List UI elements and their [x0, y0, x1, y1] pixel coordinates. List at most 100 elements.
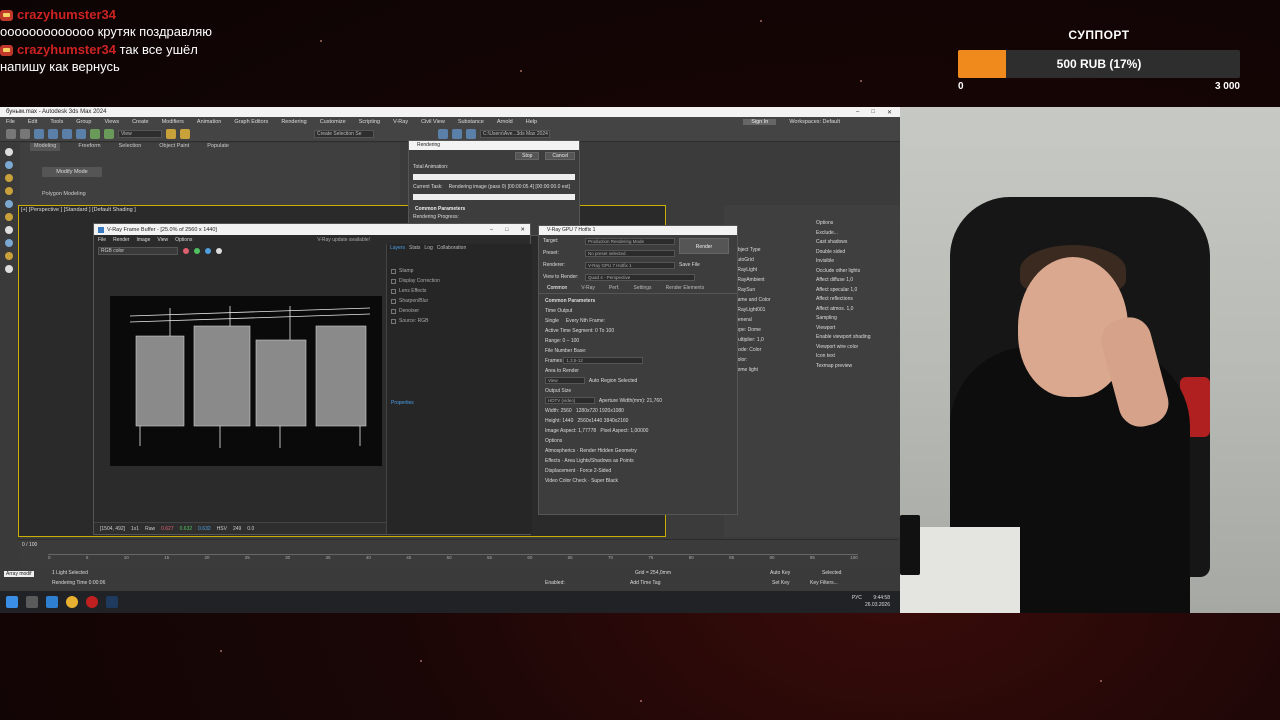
selected-dropdown[interactable]: Selected [822, 570, 841, 576]
tab-render-elements[interactable]: Render Elements [666, 285, 705, 291]
scale-icon[interactable] [104, 128, 114, 139]
section-header[interactable]: Common Parameters [545, 296, 731, 306]
pixel-aspect-value[interactable]: 1,00000 [630, 428, 648, 434]
single-radio[interactable]: Single [545, 318, 559, 324]
tab-settings[interactable]: Settings [633, 285, 651, 291]
app-icon[interactable] [46, 596, 58, 608]
timeline[interactable]: 0 / 100 0 5 10 15 20 25 30 35 40 45 50 55 60 65 70 75 80… [18, 539, 898, 567]
menu-item[interactable]: Civil View [421, 119, 445, 125]
range-to[interactable]: 100 [571, 338, 579, 344]
cmd-option[interactable]: Icon text [816, 352, 900, 362]
cmd-item[interactable]: AutoGrid [734, 255, 814, 265]
option-checkbox[interactable]: Displacement [545, 468, 575, 474]
layer-row[interactable]: Sharpen/Blur [387, 296, 532, 306]
menu-item[interactable]: V-Ray [393, 119, 408, 125]
option-checkbox[interactable]: Effects [545, 458, 560, 464]
option-checkbox[interactable]: Atmospherics [545, 448, 575, 454]
active-segment-radio[interactable]: Active Time Segment: [545, 328, 594, 334]
light-icon[interactable] [5, 174, 13, 182]
cmd-option[interactable]: Affect reflections [816, 295, 900, 305]
cmd-option[interactable]: Occlude other lights [816, 267, 900, 277]
add-time-tag[interactable]: Add Time Tag [630, 580, 660, 586]
output-preset-select[interactable]: HDTV (video) [545, 397, 595, 404]
vfb-menu-item[interactable]: Image [136, 237, 150, 243]
channel-select[interactable]: RGB color [98, 247, 178, 255]
maximize-icon[interactable]: □ [871, 109, 875, 116]
range-radio[interactable]: Range: [545, 338, 561, 344]
menu-item[interactable]: Modifiers [162, 119, 184, 125]
tab-log[interactable]: Log [424, 245, 432, 251]
menu-item[interactable]: Edit [28, 119, 37, 125]
frame-counter[interactable]: 0 / 100 [22, 542, 37, 548]
menu-item[interactable]: Help [526, 119, 537, 125]
stop-button[interactable]: Stop [515, 152, 540, 160]
menu-item[interactable]: Create [132, 119, 149, 125]
minimize-icon[interactable]: – [490, 227, 493, 233]
menu-item[interactable]: Tools [50, 119, 63, 125]
color-mode[interactable]: Raw [145, 526, 155, 532]
red-channel-icon[interactable] [183, 248, 189, 254]
light-icon[interactable] [5, 187, 13, 195]
ribbon-tab[interactable]: Populate [207, 143, 229, 151]
auto-region-checkbox[interactable]: Auto Region Selected [589, 378, 637, 384]
layer-checkbox[interactable] [391, 268, 396, 274]
vfb-menu-item[interactable]: Options [175, 237, 192, 243]
tool-icon[interactable] [5, 161, 13, 169]
cancel-button[interactable]: Cancel [545, 152, 575, 160]
properties-header[interactable]: Properties [391, 400, 414, 406]
frames-input[interactable]: 1,3,5-12 [563, 357, 644, 364]
close-icon[interactable]: ✕ [520, 227, 525, 233]
cmd-item[interactable]: Color: [734, 355, 814, 365]
alpha-channel-icon[interactable] [216, 248, 222, 254]
zoom-select[interactable]: 1x1 [131, 526, 139, 532]
cmd-option[interactable]: Enable viewport shading [816, 333, 900, 343]
maxscript-listener[interactable]: Array modif [4, 571, 34, 577]
photoshop-icon[interactable] [106, 596, 118, 608]
option-checkbox[interactable]: Render Hidden Geometry [580, 448, 637, 454]
create-selection-select[interactable]: Create Selection Se [314, 129, 374, 138]
render-button[interactable]: Render [679, 238, 729, 254]
cmd-item[interactable]: VRaySun [734, 285, 814, 295]
menu-item[interactable]: Customize [320, 119, 346, 125]
frames-radio[interactable]: Frames [545, 358, 562, 364]
set-key-button[interactable]: Set Key [772, 580, 790, 586]
angle-snap-icon[interactable] [180, 128, 190, 139]
cmd-item[interactable]: VRayLight001 [734, 305, 814, 315]
light-icon[interactable] [5, 213, 13, 221]
polygon-modeling-label[interactable]: Polygon Modeling [42, 191, 86, 197]
tool-icon[interactable] [5, 265, 13, 273]
render-image[interactable] [110, 296, 382, 466]
option-checkbox[interactable]: Force 2-Sided [580, 468, 611, 474]
unlink-icon[interactable] [48, 128, 58, 139]
size-preset[interactable]: 1920x1080 [599, 408, 624, 414]
cmd-option[interactable]: Double sided [816, 248, 900, 258]
minimize-icon[interactable]: – [856, 109, 859, 116]
update-notice[interactable]: V-Ray update available! [317, 237, 370, 243]
maximize-icon[interactable]: □ [505, 227, 508, 233]
cmd-item[interactable]: Multiplier: 1,0 [734, 335, 814, 345]
ribbon-tab[interactable]: Object Paint [159, 143, 189, 151]
redo-icon[interactable] [20, 128, 30, 139]
tool-icon[interactable] [5, 200, 13, 208]
layer-row[interactable]: Denoiser [387, 306, 532, 316]
cmd-item[interactable]: VRayAmbient [734, 275, 814, 285]
menu-item[interactable]: Arnold [497, 119, 513, 125]
render-icon[interactable] [466, 128, 476, 139]
menu-item[interactable]: Group [76, 119, 91, 125]
view-to-render-select[interactable]: Quad 4 - Perspective [585, 273, 695, 281]
cmd-option[interactable]: Affect diffuse 1,0 [816, 276, 900, 286]
vfb-menu-item[interactable]: View [157, 237, 168, 243]
ribbon-tab[interactable]: Freeform [78, 143, 100, 151]
move-icon[interactable] [76, 128, 86, 139]
blue-channel-icon[interactable] [205, 248, 211, 254]
rotate-icon[interactable] [90, 128, 100, 139]
tool-icon[interactable] [5, 239, 13, 247]
option-checkbox[interactable]: Area Lights/Shadows as Points [564, 458, 633, 464]
viewport-label[interactable]: [+] [Perspective ] [Standard ] [Default … [21, 207, 136, 213]
modify-mode-button[interactable]: Modify Mode [42, 167, 102, 177]
tab-perf[interactable]: Perf. [609, 285, 620, 291]
menu-item[interactable]: Rendering [281, 119, 306, 125]
render-setup-icon[interactable] [438, 128, 448, 139]
workspace-select[interactable]: Workspaces: Default [789, 119, 840, 125]
cmd-option[interactable]: Affect specular 1,0 [816, 286, 900, 296]
